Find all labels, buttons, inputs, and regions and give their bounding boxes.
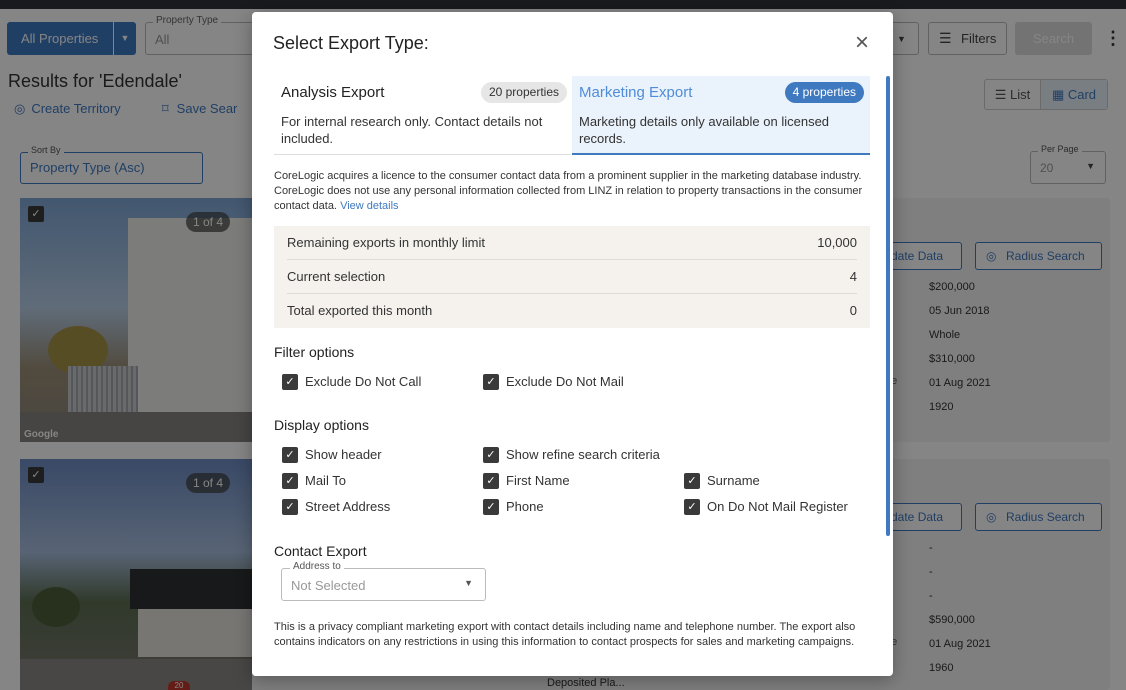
dialog-scrollbar[interactable] — [886, 76, 890, 536]
caret-down-icon: ▼ — [464, 578, 473, 588]
exclude-do-not-mail-checkbox[interactable]: ✓ Exclude Do Not Mail — [475, 374, 624, 392]
export-stats: Remaining exports in monthly limit 10,000… — [274, 226, 870, 328]
properties-count-badge: 4 properties — [784, 82, 864, 103]
checkbox-label: Phone — [506, 499, 544, 514]
show-refine-search-criteria-checkbox[interactable]: ✓ Show refine search criteria — [475, 447, 660, 465]
tab-description: For internal research only. Contact deta… — [281, 114, 543, 146]
checkbox-label: Show refine search criteria — [506, 447, 660, 462]
scroll-fade — [252, 654, 882, 676]
tab-marketing-export[interactable]: Marketing Export 4 properties Marketing … — [572, 76, 870, 155]
close-icon[interactable]: × — [851, 31, 873, 55]
on-do-not-mail-register-checkbox[interactable]: ✓ On Do Not Mail Register — [676, 499, 848, 517]
show-header-checkbox[interactable]: ✓ Show header — [274, 447, 382, 465]
street-address-checkbox[interactable]: ✓ Street Address — [274, 499, 390, 517]
address-to-value: Not Selected — [291, 578, 366, 593]
check-icon: ✓ — [483, 473, 499, 489]
tab-description: Marketing details only available on lice… — [579, 114, 830, 146]
checkbox-label: On Do Not Mail Register — [707, 499, 848, 514]
check-icon: ✓ — [282, 499, 298, 515]
check-icon: ✓ — [483, 499, 499, 515]
address-to-label: Address to — [290, 561, 344, 572]
checkbox-label: Mail To — [305, 473, 346, 488]
stat-label: Current selection — [287, 269, 386, 284]
checkbox-label: Surname — [707, 473, 760, 488]
stat-value: 0 — [849, 303, 857, 318]
stat-value: 10,000 — [817, 235, 857, 250]
phone-checkbox[interactable]: ✓ Phone — [475, 499, 544, 517]
checkbox-label: Street Address — [305, 499, 391, 514]
mail-to-checkbox[interactable]: ✓ Mail To — [274, 473, 346, 491]
checkbox-label: Exclude Do Not Call — [305, 374, 422, 389]
stat-row: Total exported this month 0 — [287, 294, 857, 328]
tab-name: Analysis Export — [281, 84, 385, 101]
tab-name: Marketing Export — [579, 84, 693, 101]
check-icon: ✓ — [282, 374, 298, 390]
stat-row: Remaining exports in monthly limit 10,000 — [287, 226, 857, 260]
check-icon: ✓ — [483, 447, 499, 463]
display-options-heading: Display options — [274, 417, 369, 433]
dialog-title: Select Export Type: — [273, 33, 429, 53]
export-type-dialog: Select Export Type: × Analysis Export 20… — [252, 12, 893, 676]
licence-notice: CoreLogic acquires a licence to the cons… — [274, 169, 871, 214]
check-icon: ✓ — [684, 499, 700, 515]
check-icon: ✓ — [684, 473, 700, 489]
stat-row: Current selection 4 — [287, 260, 857, 294]
address-to-select[interactable]: Address to Not Selected ▼ — [281, 561, 486, 601]
tab-analysis-export[interactable]: Analysis Export 20 properties For intern… — [274, 76, 571, 155]
view-details-link[interactable]: View details — [340, 200, 399, 212]
stat-label: Remaining exports in monthly limit — [287, 235, 485, 250]
filter-options-heading: Filter options — [274, 344, 355, 360]
check-icon: ✓ — [483, 374, 499, 390]
checkbox-label: Exclude Do Not Mail — [506, 374, 624, 389]
checkbox-label: First Name — [506, 473, 570, 488]
check-icon: ✓ — [282, 473, 298, 489]
contact-export-heading: Contact Export — [274, 543, 367, 559]
stat-value: 4 — [849, 269, 857, 284]
check-icon: ✓ — [282, 447, 298, 463]
first-name-checkbox[interactable]: ✓ First Name — [475, 473, 570, 491]
checkbox-label: Show header — [305, 447, 382, 462]
surname-checkbox[interactable]: ✓ Surname — [676, 473, 760, 491]
stat-label: Total exported this month — [287, 303, 433, 318]
exclude-do-not-call-checkbox[interactable]: ✓ Exclude Do Not Call — [274, 374, 421, 392]
properties-count-badge: 20 properties — [480, 82, 567, 103]
